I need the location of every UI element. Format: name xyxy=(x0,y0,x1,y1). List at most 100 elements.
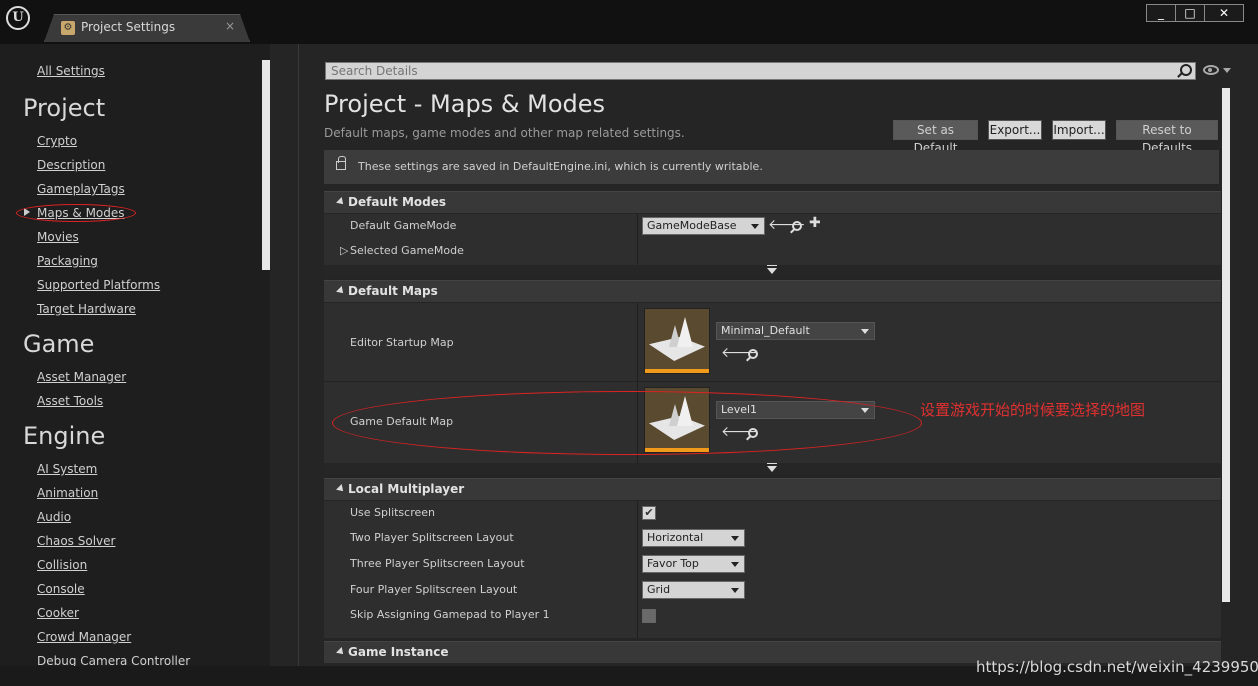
collapse-triangle-icon xyxy=(336,484,346,494)
default-modes-rows: Default GameMode GameModeBase 🡐 ✚ ▷ Sele… xyxy=(324,214,1221,265)
annotation-ellipse-sidebar xyxy=(16,204,136,222)
settings-sidebar: All Settings Project Crypto Description … xyxy=(0,44,270,666)
editor-startup-map-combo[interactable]: Minimal_Default xyxy=(716,322,875,340)
editor-startup-map-value: Minimal_Default xyxy=(721,324,810,337)
sidebar-item-debug-camera-controller[interactable]: Debug Camera Controller xyxy=(37,654,190,666)
sidebar-item-ai-system[interactable]: AI System xyxy=(37,462,97,476)
local-multiplayer-rows: Use Splitscreen ✔ Two Player Splitscreen… xyxy=(324,501,1221,638)
three-player-layout-value: Favor Top xyxy=(647,557,699,570)
page-description: Default maps, game modes and other map r… xyxy=(324,126,685,140)
sidebar-item-crypto[interactable]: Crypto xyxy=(37,134,77,148)
tab-label: Project Settings xyxy=(81,20,176,34)
browse-magnifier-icon[interactable] xyxy=(748,349,758,359)
chevron-down-icon xyxy=(731,562,739,567)
category-default-modes[interactable]: Default Modes xyxy=(324,191,1221,213)
sidebar-item-audio[interactable]: Audio xyxy=(37,510,71,524)
sidebar-item-collision[interactable]: Collision xyxy=(37,558,87,572)
panel-divider[interactable] xyxy=(298,44,299,678)
sidebar-section-game: Game xyxy=(23,330,95,358)
maximize-button[interactable]: □ xyxy=(1175,4,1205,22)
sidebar-item-crowd-manager[interactable]: Crowd Manager xyxy=(37,630,131,644)
search-icon[interactable] xyxy=(1180,64,1192,76)
column-splitter[interactable] xyxy=(637,501,638,638)
expand-advanced-icon xyxy=(767,463,777,472)
two-player-layout-combo[interactable]: Horizontal xyxy=(642,529,745,547)
use-splitscreen-label: Use Splitscreen xyxy=(350,506,436,519)
view-options-eye-icon[interactable] xyxy=(1203,65,1219,75)
watermark-text: https://blog.csdn.net/weixin_42399500 xyxy=(976,658,1258,676)
row-divider xyxy=(324,381,1221,382)
three-player-layout-label: Three Player Splitscreen Layout xyxy=(350,557,525,570)
four-player-layout-value: Grid xyxy=(647,583,671,596)
sidebar-item-animation[interactable]: Animation xyxy=(37,486,98,500)
details-scrollbar[interactable] xyxy=(1222,88,1230,602)
thumbnail-peak xyxy=(677,317,693,347)
sidebar-item-supported-platforms[interactable]: Supported Platforms xyxy=(37,278,160,292)
import-button[interactable]: Import... xyxy=(1052,120,1106,140)
use-splitscreen-checkbox[interactable]: ✔ xyxy=(642,506,656,520)
config-info-bar: These settings are saved in DefaultEngin… xyxy=(324,150,1219,184)
reset-to-defaults-button[interactable]: Reset to Defaults xyxy=(1116,120,1218,155)
category-label: Default Maps xyxy=(348,284,438,298)
collapse-triangle-icon xyxy=(336,647,346,657)
four-player-layout-label: Four Player Splitscreen Layout xyxy=(350,583,518,596)
three-player-layout-combo[interactable]: Favor Top xyxy=(642,555,745,573)
tab-close-icon[interactable]: × xyxy=(225,19,235,33)
sidebar-item-chaos-solver[interactable]: Chaos Solver xyxy=(37,534,115,548)
add-plus-icon[interactable]: ✚ xyxy=(809,215,821,231)
default-gamemode-value: GameModeBase xyxy=(647,219,737,232)
skip-gamepad-checkbox[interactable] xyxy=(642,609,656,623)
editor-startup-map-label: Editor Startup Map xyxy=(350,336,454,349)
config-info-text: These settings are saved in DefaultEngin… xyxy=(358,160,763,173)
category-default-maps[interactable]: Default Maps xyxy=(324,280,1221,302)
chevron-down-icon xyxy=(731,536,739,541)
four-player-layout-combo[interactable]: Grid xyxy=(642,581,745,599)
annotation-ellipse-game-default-map xyxy=(332,391,922,455)
chevron-down-icon xyxy=(861,329,869,334)
collapse-triangle-icon xyxy=(336,286,346,296)
page-title: Project - Maps & Modes xyxy=(324,90,606,118)
sidebar-item-asset-manager[interactable]: Asset Manager xyxy=(37,370,126,384)
unreal-logo-icon: U xyxy=(6,6,30,30)
default-gamemode-combo[interactable]: GameModeBase xyxy=(642,217,765,235)
category-label: Default Modes xyxy=(348,195,447,209)
sidebar-item-target-hardware[interactable]: Target Hardware xyxy=(37,302,136,316)
sidebar-item-console[interactable]: Console xyxy=(37,582,85,596)
sidebar-item-gameplaytags[interactable]: GameplayTags xyxy=(37,182,125,196)
two-player-layout-value: Horizontal xyxy=(647,531,704,544)
export-button[interactable]: Export... xyxy=(988,120,1042,140)
column-splitter[interactable] xyxy=(637,214,638,265)
advanced-expander[interactable] xyxy=(324,265,1221,277)
sidebar-section-engine: Engine xyxy=(23,422,106,450)
annotation-note: 设置游戏开始的时候要选择的地图 xyxy=(920,401,1146,419)
sidebar-scrollbar[interactable] xyxy=(262,60,270,270)
window-controls: _ □ ✕ xyxy=(1146,4,1244,22)
tab-project-settings[interactable]: ⚙ Project Settings × xyxy=(44,14,250,42)
settings-gear-icon: ⚙ xyxy=(61,21,75,35)
advanced-expander[interactable] xyxy=(324,463,1221,475)
sidebar-item-description[interactable]: Description xyxy=(37,158,105,172)
category-label: Local Multiplayer xyxy=(348,482,465,496)
thumbnail-accent-bar xyxy=(645,369,709,373)
chevron-down-icon xyxy=(731,588,739,593)
sidebar-item-cooker[interactable]: Cooker xyxy=(37,606,79,620)
browse-magnifier-icon[interactable] xyxy=(792,221,802,231)
collapse-triangle-icon xyxy=(336,197,346,207)
minimize-button[interactable]: _ xyxy=(1146,4,1176,22)
search-details-input[interactable] xyxy=(325,62,1196,80)
set-as-default-button[interactable]: Set as Default xyxy=(893,120,978,155)
sidebar-item-all-settings[interactable]: All Settings xyxy=(37,64,105,78)
expand-arrow-icon[interactable]: ▷ xyxy=(340,244,348,257)
category-local-multiplayer[interactable]: Local Multiplayer xyxy=(324,478,1221,500)
unlocked-icon xyxy=(336,156,346,170)
sidebar-item-movies[interactable]: Movies xyxy=(37,230,79,244)
chevron-down-icon xyxy=(751,224,759,229)
sidebar-section-project: Project xyxy=(23,94,106,122)
sidebar-item-packaging[interactable]: Packaging xyxy=(37,254,98,268)
title-bar: U ⚙ Project Settings × _ □ ✕ xyxy=(0,0,1258,44)
view-options-caret-icon[interactable] xyxy=(1223,68,1231,73)
close-button[interactable]: ✕ xyxy=(1204,4,1244,22)
sidebar-item-asset-tools[interactable]: Asset Tools xyxy=(37,394,103,408)
map-thumbnail[interactable] xyxy=(644,308,710,374)
expand-advanced-icon xyxy=(767,265,777,274)
